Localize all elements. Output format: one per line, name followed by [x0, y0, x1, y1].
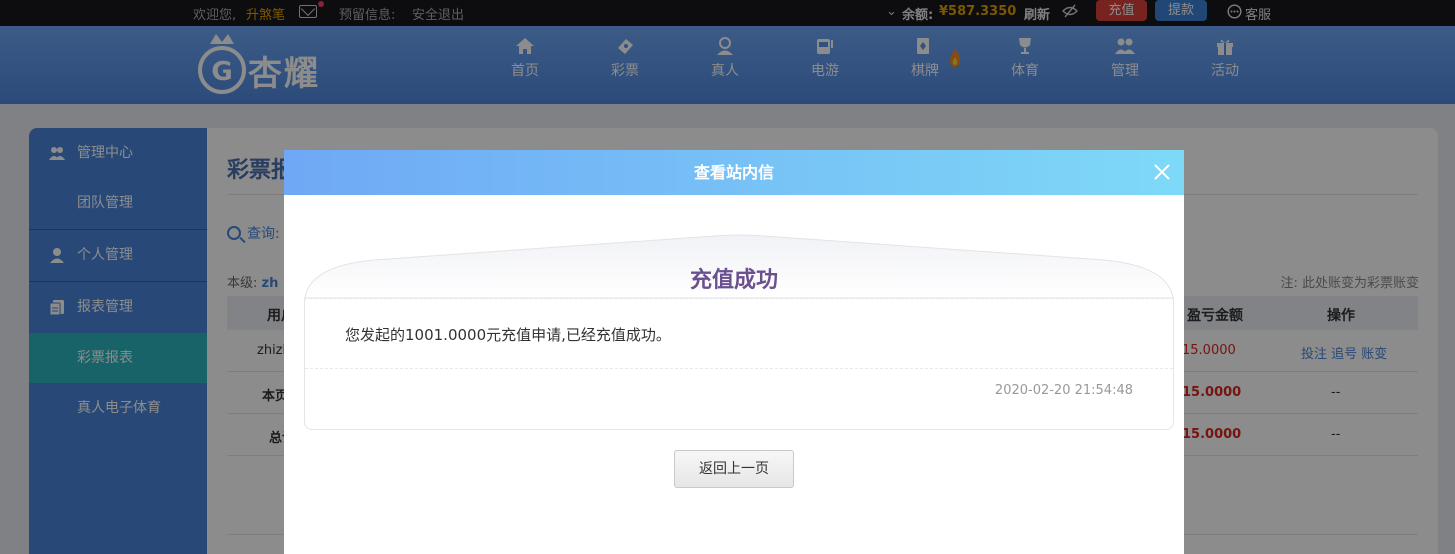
message-card	[304, 298, 1174, 430]
modal-title: 查看站内信	[693, 163, 774, 182]
message-body: 您发起的1001.0000元充值申请,已经充值成功。	[345, 326, 671, 344]
modal-header: 查看站内信	[284, 150, 1184, 195]
message-divider	[305, 368, 1173, 369]
message-title: 充值成功	[689, 268, 778, 293]
message-timestamp: 2020-02-20 21:54:48	[994, 383, 1133, 398]
message-modal: 查看站内信 充值成功 您发起的1001.0000元充值申请,已经充值成功。 20…	[284, 150, 1184, 554]
back-button[interactable]: 返回上一页	[674, 450, 794, 488]
close-icon[interactable]	[1152, 162, 1172, 182]
